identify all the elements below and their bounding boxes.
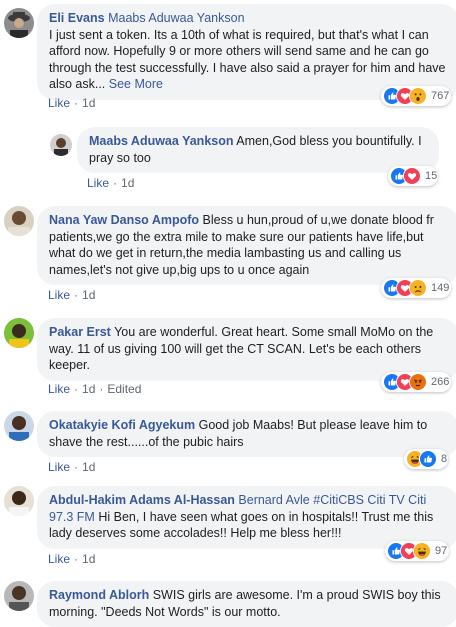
avatar[interactable] [4, 486, 34, 516]
comment-author[interactable]: Pakar Erst [49, 325, 111, 339]
reaction-count: 15 [425, 170, 438, 182]
timestamp[interactable]: 1d [82, 382, 95, 396]
timestamp[interactable]: 1d [82, 288, 95, 302]
like-icon [419, 450, 437, 468]
comment-mention[interactable]: Maabs Aduwaa Yankson [108, 11, 244, 25]
comment-text: Hi Ben, I have seen what goes on in hosp… [49, 509, 434, 541]
like-link[interactable]: Like [48, 96, 70, 110]
comment-meta: Like · 1d [48, 288, 96, 302]
angry-icon [409, 373, 427, 391]
like-link[interactable]: Like [48, 460, 70, 474]
avatar[interactable] [50, 134, 72, 156]
comment-author[interactable]: Maabs Aduwaa Yankson [89, 134, 234, 148]
comment-author[interactable]: Raymond Ablorh [49, 588, 149, 602]
comment-meta: Like · 1d [48, 460, 96, 474]
comment-bubble: Maabs Aduwaa Yankson Amen,God bless you … [77, 127, 439, 173]
reactions-summary[interactable]: 149 [381, 278, 451, 298]
avatar[interactable] [4, 411, 34, 441]
comment-meta: Like · 1d [87, 176, 135, 190]
comment-mention[interactable]: Bernard Avle [238, 493, 309, 507]
haha-icon [413, 542, 431, 560]
comment-bubble: Abdul-Hakim Adams Al-Hassan Bernard Avle… [37, 486, 456, 549]
reactions-summary[interactable]: 767 [381, 86, 451, 106]
comment-meta: Like · 1d [48, 96, 96, 110]
wow-icon [409, 87, 427, 105]
timestamp[interactable]: 1d [82, 96, 95, 110]
like-link[interactable]: Like [48, 552, 70, 566]
comment-bubble: Nana Yaw Danso Ampofo Bless u hun,proud … [37, 206, 456, 285]
reactions-summary[interactable]: 8 [404, 449, 448, 469]
love-icon [403, 167, 421, 185]
comment-author[interactable]: Abdul-Hakim Adams Al-Hassan [49, 493, 235, 507]
comment-meta: Like · 1d [48, 552, 96, 566]
reactions-summary[interactable]: 97 [385, 541, 449, 561]
comment-author[interactable]: Okatakyie Kofi Agyekum [49, 418, 195, 432]
comment-meta: Like · 1d · Edited [48, 382, 142, 396]
avatar[interactable] [4, 8, 34, 38]
edited-label[interactable]: Edited [107, 382, 141, 396]
comment-author[interactable]: Nana Yaw Danso Ampofo [49, 213, 199, 227]
comment-bubble: Okatakyie Kofi Agyekum Good job Maabs! B… [37, 411, 456, 457]
like-link[interactable]: Like [48, 382, 70, 396]
timestamp[interactable]: 1d [82, 552, 95, 566]
reactions-summary[interactable]: 15 [388, 166, 438, 186]
reaction-count: 97 [435, 545, 448, 557]
comment-bubble: Raymond Ablorh SWIS girls are awesome. I… [37, 581, 456, 627]
timestamp[interactable]: 1d [121, 176, 134, 190]
timestamp[interactable]: 1d [82, 460, 95, 474]
sad-icon [409, 279, 427, 297]
like-link[interactable]: Like [87, 176, 109, 190]
reactions-summary[interactable]: 266 [381, 372, 451, 392]
reaction-count: 767 [431, 90, 450, 102]
see-more-link[interactable]: See More [109, 77, 163, 91]
comment-author[interactable]: Eli Evans [49, 11, 105, 25]
like-link[interactable]: Like [48, 288, 70, 302]
avatar[interactable] [4, 318, 34, 348]
avatar[interactable] [4, 581, 34, 611]
reaction-count: 8 [441, 453, 448, 465]
avatar[interactable] [4, 206, 34, 236]
reaction-count: 266 [431, 376, 450, 388]
reaction-count: 149 [431, 282, 450, 294]
